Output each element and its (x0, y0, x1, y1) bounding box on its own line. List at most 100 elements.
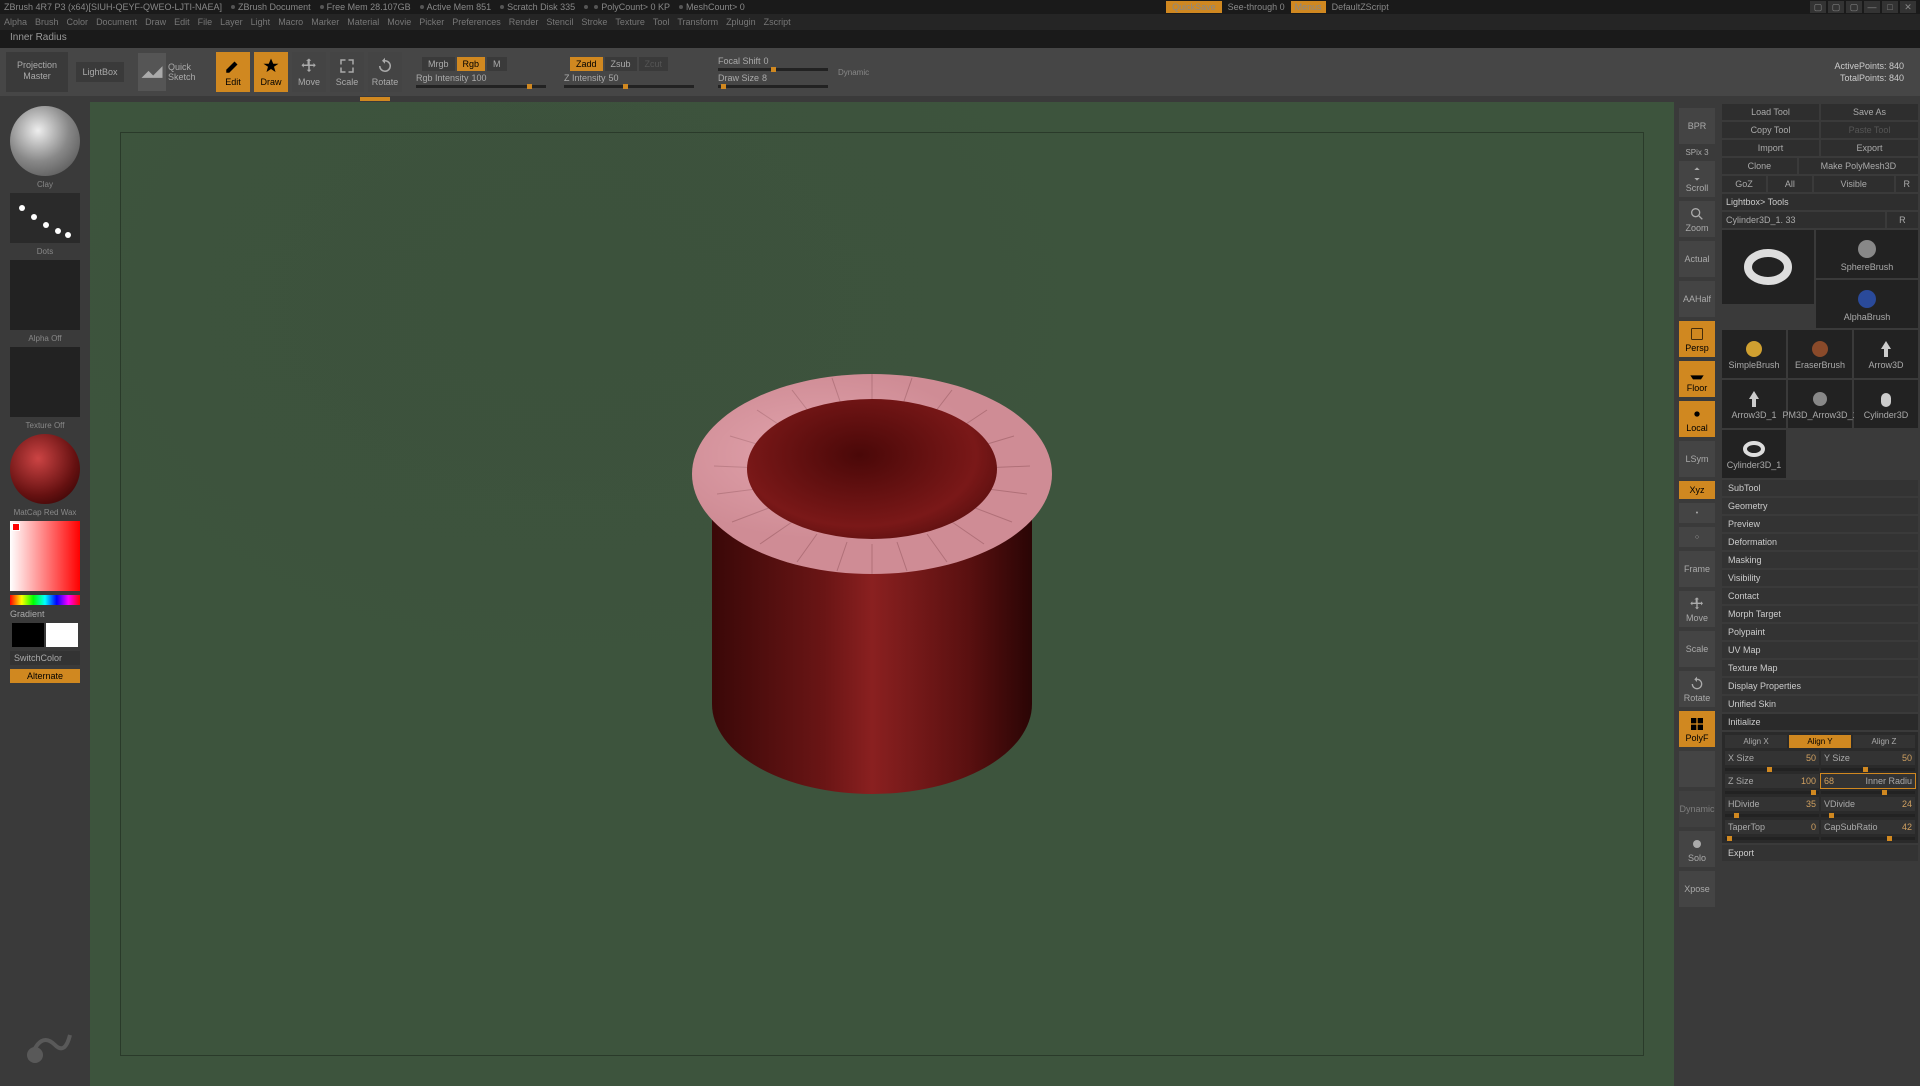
section-display-properties[interactable]: Display Properties (1722, 678, 1918, 694)
section-preview[interactable]: Preview (1722, 516, 1918, 532)
dynamic-button[interactable]: Dynamic (1679, 791, 1715, 827)
menu-render[interactable]: Render (509, 17, 539, 27)
texture-preview[interactable] (10, 347, 80, 417)
align-y-button[interactable]: Align Y (1789, 735, 1851, 748)
draw-mode-button[interactable]: Draw (254, 52, 288, 92)
hue-slider[interactable] (10, 595, 80, 605)
section-deformation[interactable]: Deformation (1722, 534, 1918, 550)
capsubratio-param[interactable]: CapSubRatio42 (1821, 820, 1915, 834)
x-size-param[interactable]: X Size50 (1725, 751, 1819, 765)
tool-thumb-eraserbrush[interactable]: EraserBrush (1788, 330, 1852, 378)
tool-thumb-alphabrush[interactable]: AlphaBrush (1816, 280, 1918, 328)
floor-button[interactable]: Floor (1679, 361, 1715, 397)
shelf-handle[interactable] (360, 97, 390, 101)
stroke-preview[interactable] (10, 193, 80, 243)
save-as-button[interactable]: Save As (1821, 104, 1918, 120)
mrgb-button[interactable]: Mrgb (422, 57, 455, 71)
menu-material[interactable]: Material (347, 17, 379, 27)
hdivide-param[interactable]: HDivide35 (1725, 797, 1819, 811)
export-button[interactable]: Export (1821, 140, 1918, 156)
zoom-button[interactable]: Zoom (1679, 201, 1715, 237)
lsym-button[interactable]: LSym (1679, 441, 1715, 477)
tool-thumb-arrow3d-1[interactable]: Arrow3D_1 (1722, 380, 1786, 428)
tool-thumb-spherebrush[interactable]: SphereBrush (1816, 230, 1918, 278)
alternate-button[interactable]: Alternate (10, 669, 80, 683)
scale-mode-button[interactable]: Scale (330, 52, 364, 92)
edit-mode-button[interactable]: Edit (216, 52, 250, 92)
cylinder-mesh[interactable] (692, 314, 1052, 814)
move-mode-button[interactable]: Move (292, 52, 326, 92)
defaultscript-button[interactable]: DefaultZScript (1332, 2, 1389, 12)
rotate-nav-button[interactable]: Rotate (1679, 671, 1715, 707)
menu-macro[interactable]: Macro (278, 17, 303, 27)
seethrough-slider[interactable]: See-through 0 (1228, 2, 1285, 12)
zsub-button[interactable]: Zsub (605, 57, 637, 71)
section-polypaint[interactable]: Polypaint (1722, 624, 1918, 640)
section-contact[interactable]: Contact (1722, 588, 1918, 604)
polyf-button[interactable]: PolyF (1679, 711, 1715, 747)
copy-tool-button[interactable]: Copy Tool (1722, 122, 1819, 138)
menu-brush[interactable]: Brush (35, 17, 59, 27)
menu-movie[interactable]: Movie (387, 17, 411, 27)
local-button[interactable]: Local (1679, 401, 1715, 437)
section-masking[interactable]: Masking (1722, 552, 1918, 568)
tapertop-param[interactable]: TaperTop0 (1725, 820, 1819, 834)
menu-layer[interactable]: Layer (220, 17, 243, 27)
rgb-button[interactable]: Rgb (457, 57, 486, 71)
spix-label[interactable]: SPix 3 (1685, 148, 1708, 157)
section-visibility[interactable]: Visibility (1722, 570, 1918, 586)
xpose-button[interactable]: Xpose (1679, 871, 1715, 907)
tool-thumb-arrow3d[interactable]: Arrow3D (1854, 330, 1918, 378)
tool-thumb-pm3d-arrow[interactable]: PM3D_Arrow3D_1 (1788, 380, 1852, 428)
section-texture-map[interactable]: Texture Map (1722, 660, 1918, 676)
clone-button[interactable]: Clone (1722, 158, 1797, 174)
menu-tool[interactable]: Tool (653, 17, 670, 27)
dot-button[interactable]: • (1679, 503, 1715, 523)
swatch-white[interactable] (46, 623, 78, 647)
rgb-intensity-slider[interactable] (527, 84, 532, 89)
menu-color[interactable]: Color (67, 17, 89, 27)
vdivide-param[interactable]: VDivide24 (1821, 797, 1915, 811)
menu-zplugin[interactable]: Zplugin (726, 17, 756, 27)
material-preview[interactable] (10, 434, 80, 504)
goz-all-button[interactable]: All (1768, 176, 1812, 192)
color-picker[interactable] (10, 521, 80, 591)
ghost-button[interactable] (1679, 751, 1715, 787)
menu-stroke[interactable]: Stroke (581, 17, 607, 27)
paste-tool-button[interactable]: Paste Tool (1821, 122, 1918, 138)
tool-thumb-cylinder3d-1[interactable]: Cylinder3D_1 (1722, 430, 1786, 478)
minimize-button[interactable]: — (1864, 1, 1880, 13)
maximize-button[interactable]: □ (1882, 1, 1898, 13)
draw-size-slider[interactable] (721, 84, 726, 89)
circle-button[interactable]: ○ (1679, 527, 1715, 547)
window-button[interactable]: ▢ (1828, 1, 1844, 13)
canvas[interactable] (90, 102, 1674, 1086)
section-geometry[interactable]: Geometry (1722, 498, 1918, 514)
load-tool-button[interactable]: Load Tool (1722, 104, 1819, 120)
menu-texture[interactable]: Texture (615, 17, 645, 27)
xyz-button[interactable]: Xyz (1679, 481, 1715, 499)
current-tool-thumb[interactable] (1722, 230, 1814, 304)
z-intensity-slider[interactable] (623, 84, 628, 89)
alpha-preview[interactable] (10, 260, 80, 330)
y-size-param[interactable]: Y Size50 (1821, 751, 1915, 765)
zadd-button[interactable]: Zadd (570, 57, 603, 71)
goz-visible-button[interactable]: Visible (1814, 176, 1894, 192)
section-initialize[interactable]: Initialize (1722, 714, 1918, 730)
menu-preferences[interactable]: Preferences (452, 17, 501, 27)
scale-nav-button[interactable]: Scale (1679, 631, 1715, 667)
zcut-button[interactable]: Zcut (639, 57, 669, 71)
actual-button[interactable]: Actual (1679, 241, 1715, 277)
menus-button[interactable]: Menus (1291, 1, 1326, 13)
close-button[interactable]: ✕ (1900, 1, 1916, 13)
section-export[interactable]: Export (1722, 845, 1918, 861)
m-button[interactable]: M (487, 57, 507, 71)
window-button[interactable]: ▢ (1810, 1, 1826, 13)
bpr-button[interactable]: BPR (1679, 108, 1715, 144)
switchcolor-button[interactable]: SwitchColor (10, 651, 80, 665)
solo-button[interactable]: Solo (1679, 831, 1715, 867)
move-nav-button[interactable]: Move (1679, 591, 1715, 627)
section-subtool[interactable]: SubTool (1722, 480, 1918, 496)
lightbox-tools-header[interactable]: Lightbox> Tools (1722, 194, 1918, 210)
menu-edit[interactable]: Edit (174, 17, 190, 27)
